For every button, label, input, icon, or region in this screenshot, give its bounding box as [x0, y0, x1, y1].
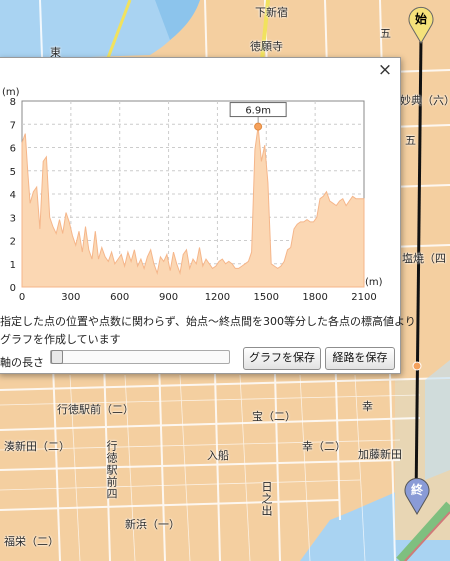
y-tick-label: 5 — [10, 167, 16, 178]
x-tick-label: 0 — [19, 292, 25, 303]
max-elevation-point — [254, 122, 263, 131]
x-axis-label: (m) — [365, 277, 383, 288]
map-label: 幸 — [362, 400, 373, 413]
x-tick-label: 900 — [159, 292, 178, 303]
max-elevation-label: 6.9m — [245, 106, 271, 117]
end-marker[interactable]: 終 — [404, 475, 430, 515]
y-tick-label: 7 — [10, 120, 16, 131]
axis-length-slider-handle[interactable] — [51, 350, 63, 364]
y-tick-label: 3 — [10, 213, 16, 224]
map-label: 湊新田（二） — [4, 440, 70, 453]
x-tick-label: 2100 — [351, 292, 376, 303]
save-graph-button[interactable]: グラフを保存 — [243, 347, 321, 370]
note-line-1: 指定した点の位置や点数に関わらず、始点～終点間を300等分した各点の標高値より — [0, 315, 416, 328]
map-label: 新浜（一） — [125, 518, 180, 531]
y-axis-label: (m) — [2, 87, 20, 98]
y-tick-label: 0 — [10, 283, 16, 294]
x-tick-label: 1500 — [254, 292, 279, 303]
close-button[interactable]: × — [376, 61, 394, 79]
map-label: 福栄（二） — [4, 535, 59, 548]
map-label: 宝（二） — [252, 410, 296, 423]
axis-length-label: 軸の長さ — [0, 356, 44, 369]
map-label: 行徳駅前（二） — [57, 403, 134, 416]
x-tick-label: 1800 — [302, 292, 327, 303]
map-label: 行徳駅前四 — [105, 440, 118, 500]
y-tick-label: 4 — [10, 190, 16, 201]
map-label: 日之出 — [260, 481, 273, 517]
y-tick-label: 6 — [10, 144, 16, 155]
end-marker-label: 終 — [410, 483, 423, 497]
map-label: 五 — [380, 27, 391, 40]
map-label: 塩焼（四 — [402, 252, 446, 265]
elevation-chart: 0 300 600 900 1200 1500 1800 2100012345678(m)(m… — [2, 87, 383, 303]
start-marker[interactable]: 始 — [408, 4, 434, 44]
map-label: 下新宿 — [255, 6, 288, 19]
note-line-2: グラフを作成しています — [0, 333, 121, 346]
axis-length-slider[interactable] — [50, 350, 230, 364]
map-label: 加藤新田 — [358, 448, 402, 461]
x-tick-label: 1200 — [205, 292, 230, 303]
y-tick-label: 2 — [10, 237, 16, 248]
start-marker-label: 始 — [414, 12, 427, 26]
route-midpoint-dot — [412, 361, 422, 371]
map-label: 五 — [405, 134, 416, 147]
y-tick-label: 8 — [10, 97, 16, 108]
x-tick-label: 300 — [61, 292, 80, 303]
elevation-profile-panel: × 0 300 600 900 1200 1500 1800 2100 0 1 2 3 4 5 6 7 8 (m)… — [0, 57, 416, 374]
save-route-button[interactable]: 経路を保存 — [325, 347, 395, 370]
x-tick-label: 600 — [110, 292, 129, 303]
map-label: 妙典（六） — [400, 94, 450, 107]
map-label: 幸（二） — [302, 440, 346, 453]
y-tick-label: 1 — [10, 260, 16, 271]
map-label: 徳願寺 — [250, 40, 283, 53]
map-label: 入船 — [207, 449, 229, 462]
